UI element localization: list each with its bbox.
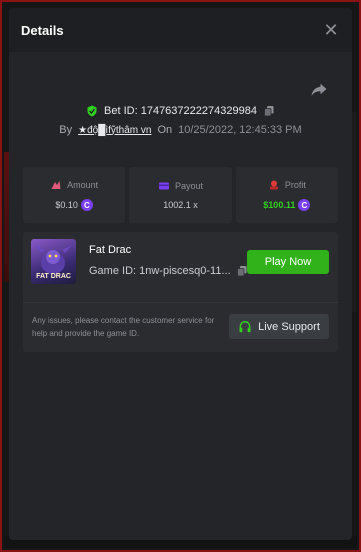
support-text: Any issues, please contact the customer …: [32, 316, 215, 338]
bet-id: Bet ID: 1747637222274329984: [104, 105, 257, 117]
bet-date: 10/25/2022, 12:45:33 PM: [178, 124, 302, 136]
payout-icon: [158, 182, 169, 190]
amount-label: Amount: [67, 180, 99, 190]
by-label: By: [59, 124, 73, 136]
live-support-button[interactable]: Live Support: [229, 314, 329, 339]
copy-icon[interactable]: [236, 265, 248, 277]
share-icon[interactable]: [310, 80, 328, 98]
game-card: FAT DRAC Fat Drac Game ID: 1nw-piscesq0-…: [23, 232, 338, 352]
payout-card: Payout 1002.1 x: [129, 167, 232, 223]
username-link[interactable]: ★độ█ìfỹthâm vn: [78, 125, 151, 136]
payout-label: Payout: [174, 181, 203, 191]
payout-value: 1002.1 x: [163, 200, 198, 210]
play-now-button[interactable]: Play Now: [247, 250, 329, 274]
game-id-row: Game ID: 1nw-piscesq0-11...: [89, 265, 248, 277]
profit-value: $100.11: [263, 200, 296, 210]
amount-icon: [51, 181, 61, 189]
modal-title: Details: [21, 22, 64, 38]
game-thumbnail[interactable]: FAT DRAC: [31, 239, 76, 284]
modal-header: Details ✕: [9, 8, 352, 52]
copy-icon[interactable]: [263, 105, 275, 117]
bet-id-row: Bet ID: 1747637222274329984: [9, 105, 352, 117]
live-support-label: Live Support: [258, 320, 320, 333]
coin-icon: C: [298, 199, 311, 211]
thumbnail-text: FAT DRAC: [36, 273, 71, 280]
bet-author-row: By ★độ█ìfỹthâm vn On 10/25/2022, 12:45:3…: [9, 124, 352, 136]
profit-icon: [269, 180, 278, 190]
on-label: On: [157, 124, 173, 136]
headset-icon: [239, 320, 251, 332]
close-icon[interactable]: ✕: [322, 21, 340, 39]
profit-card: Profit $100.11 C: [235, 167, 338, 223]
shield-check-icon: [87, 105, 97, 117]
amount-value: $0.10: [55, 200, 78, 210]
game-name: Fat Drac: [89, 244, 132, 256]
divider: [23, 302, 338, 303]
coin-icon: C: [80, 199, 93, 211]
amount-card: Amount $0.10 C: [23, 167, 126, 223]
game-id: Game ID: 1nw-piscesq0-11...: [89, 265, 231, 277]
details-modal: Details ✕ Bet ID: 1747637222274329984 By…: [9, 8, 352, 540]
profit-label: Profit: [284, 180, 306, 190]
stats-row: Amount $0.10 C Payout 1002.1 x Profit $1…: [23, 167, 338, 223]
